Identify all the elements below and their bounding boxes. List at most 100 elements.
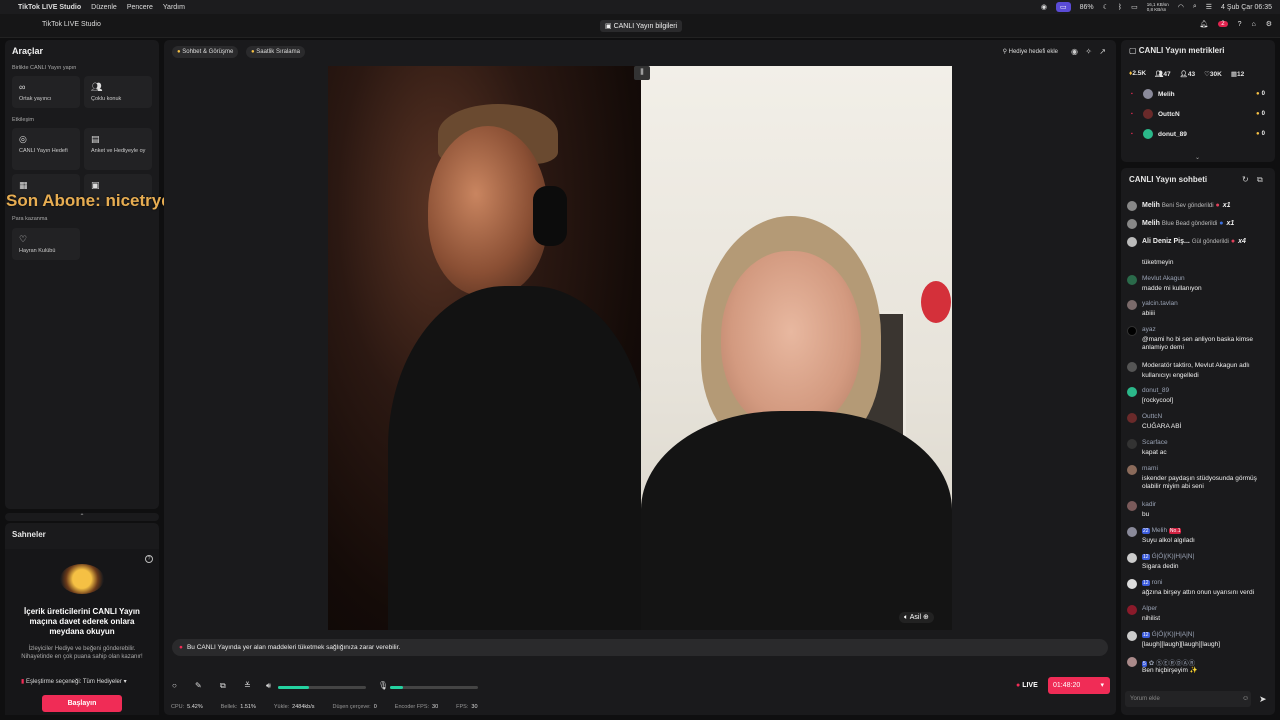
- mic-slider[interactable]: [390, 686, 478, 689]
- tool-fan-club[interactable]: ♡ Hayran Kulübü: [12, 228, 80, 260]
- link-icon: ∞: [19, 82, 26, 92]
- volume-slider[interactable]: [278, 686, 366, 689]
- chat-title: CANLI Yayın sohbeti: [1129, 175, 1208, 184]
- avatar: [1127, 300, 1137, 310]
- avatar: [1127, 439, 1137, 449]
- tool-multi-guest[interactable]: 👥︎ Çoklu konuk: [84, 76, 152, 108]
- split-layout-icon[interactable]: ⫼: [634, 66, 650, 80]
- avatar: [1127, 631, 1137, 641]
- collapse-toggle[interactable]: ⌃: [5, 513, 159, 521]
- performance-stats: CPU: 5.42% Bellek: 1.51% Yükle: 2484kb/s Dü…: [171, 704, 478, 710]
- match-invite-card: ? İçerik üreticilerini CANLI Yayın maçın…: [5, 549, 159, 715]
- battery-percentage[interactable]: 86%: [1080, 4, 1094, 11]
- search-icon[interactable]: ⌕: [1193, 3, 1197, 11]
- macos-menubar: TikTok LIVE Studio Düzenle Pencere Yardı…: [0, 0, 1280, 14]
- alert-icon: ●: [179, 644, 183, 651]
- settings-icon[interactable]: ⚙: [1266, 20, 1272, 28]
- top-viewer-1[interactable]: ▪ Melih 0: [1131, 88, 1271, 102]
- gift-box-icon: ▦: [19, 180, 28, 190]
- bell-icon[interactable]: 🔔︎: [1199, 20, 1208, 28]
- users-icon: 👥︎: [91, 82, 103, 92]
- gift-notification: Melih Beni Sev gönderildi ● x1: [1127, 199, 1273, 213]
- top-viewer-3[interactable]: ▪ donut_89 0: [1131, 128, 1271, 142]
- avatar: [1127, 387, 1137, 397]
- top-viewer-2[interactable]: ▪ OuttcN 0: [1131, 108, 1271, 122]
- health-warning-banner: ● Bu CANLI Yayında yer alan maddeleri tük…: [172, 639, 1108, 656]
- menu-window[interactable]: Pencere: [127, 4, 153, 11]
- microphone-icon[interactable]: 🎙︎: [378, 681, 388, 690]
- effects-icon[interactable]: ✧: [1085, 47, 1092, 56]
- gift-count: ▦12: [1230, 71, 1245, 78]
- volume-icon[interactable]: 🔊︎: [266, 681, 271, 691]
- match-option-dropdown[interactable]: ▮ Eşleştirme seçeneği: Tüm Hediyeler ▾: [21, 678, 127, 685]
- bluetooth-icon[interactable]: ᛒ: [1118, 4, 1122, 11]
- question-icon[interactable]: ?: [145, 555, 153, 563]
- avatar: [1127, 413, 1137, 423]
- match-headline: İçerik üreticilerini CANLI Yayın maçına …: [24, 607, 140, 636]
- circle-icon[interactable]: ○: [172, 681, 177, 690]
- section-monetization: Para kazanma: [12, 216, 48, 222]
- wifi-icon[interactable]: ◠: [1178, 3, 1184, 11]
- comment-input[interactable]: Yorum ekle: [1125, 691, 1251, 707]
- wall-clock: [921, 281, 951, 323]
- tool-poll[interactable]: ▤ Anket ve Hediyeyle oy: [84, 128, 152, 170]
- control-center-icon[interactable]: ☰: [1206, 3, 1212, 11]
- stat-encoder-fps: Encoder FPS: 30: [394, 704, 439, 710]
- menubar-clock[interactable]: 4 Şub Çar 06:35: [1221, 4, 1272, 11]
- target-icon: ◎: [19, 134, 27, 144]
- host-body: [388, 286, 641, 630]
- angry-emoji-icon: [60, 564, 104, 594]
- guest-video: [641, 66, 952, 630]
- tool-live-goal[interactable]: ◎ CANLI Yayın Hedefi: [12, 128, 80, 170]
- popout-icon[interactable]: ⧉: [1257, 175, 1263, 185]
- gift-notification: Ali Deniz Piş... Gül gönderildi ● x4: [1127, 235, 1273, 249]
- hourly-ranking-chip[interactable]: ● Saatlik Sıralama: [246, 46, 305, 58]
- pen-icon[interactable]: ✎: [195, 681, 202, 690]
- menu-edit[interactable]: Düzenle: [91, 4, 117, 11]
- start-button[interactable]: Başlayın: [42, 695, 122, 712]
- tool-co-host[interactable]: ∞ Ortak yayıncı: [12, 76, 80, 108]
- emoji-icon[interactable]: ☺: [1242, 695, 1249, 702]
- menu-help[interactable]: Yardım: [163, 4, 185, 11]
- app-titlebar: TikTok LIVE Studio ▣ CANLI Yayın bilgile…: [0, 14, 1280, 38]
- add-gift-goal-button[interactable]: ⚲ Hediye hedefi ekle: [1003, 46, 1058, 58]
- live-info-icon: ▣: [605, 23, 614, 30]
- screen-record-icon[interactable]: ◉: [1041, 3, 1047, 11]
- sliders-icon[interactable]: ≚: [244, 681, 251, 690]
- live-info-button[interactable]: ▣ CANLI Yayın bilgileri: [600, 20, 683, 32]
- record-icon[interactable]: ◉: [1071, 47, 1078, 56]
- expand-chevron-icon[interactable]: ⌄: [1195, 154, 1200, 161]
- plus-circle-icon: ⊕: [921, 614, 929, 621]
- refresh-icon[interactable]: ↻: [1242, 175, 1249, 184]
- battery-icon[interactable]: ▭: [1131, 3, 1138, 11]
- metrics-row: ♦2.5K 👥︎47 👤︎43 ♡30K ▦12: [1129, 70, 1244, 78]
- avatar: [1127, 275, 1137, 285]
- avatar: [1127, 553, 1137, 563]
- help-icon[interactable]: ?: [1238, 21, 1242, 28]
- guest-label[interactable]: 🔈︎ Asil ⊕: [899, 612, 934, 623]
- menu-app-name[interactable]: TikTok LIVE Studio: [18, 4, 81, 11]
- gift-notification: Melih Blue Bead gönderildi ● x1: [1127, 217, 1273, 231]
- section-live-together: Birlikte CANLI Yayın yapın: [12, 65, 77, 71]
- layers-icon[interactable]: ⧉: [220, 681, 226, 691]
- stream-controls: ○ ✎ ⧉ ≚ 🔊︎ 🎙︎ ● LIVE 01:48:20 ▾: [164, 672, 1116, 698]
- moon-icon[interactable]: ☾: [1103, 3, 1109, 11]
- caret-down-icon: ▾: [121, 679, 127, 685]
- mic-fill: [390, 686, 404, 689]
- live-timer-button[interactable]: 01:48:20 ▾: [1048, 677, 1110, 694]
- chat-call-chip[interactable]: ● Sohbet & Görüşme: [172, 46, 239, 58]
- rank-icon: ▪: [1131, 91, 1133, 97]
- send-icon[interactable]: ➤: [1259, 694, 1267, 705]
- notification-count: 2: [1218, 21, 1228, 27]
- share-icon[interactable]: ↗: [1099, 47, 1106, 56]
- diamond-count: ♦2.5K: [1129, 70, 1147, 77]
- rank-icon: ▪: [1131, 111, 1133, 117]
- live-chat-panel: CANLI Yayın sohbeti ↻ ⧉ Melih Beni Sev gö…: [1121, 168, 1275, 715]
- home-icon[interactable]: ⌂: [1251, 21, 1255, 28]
- focus-icon[interactable]: ▭: [1055, 2, 1071, 12]
- stat-memory: Bellek: 1.51%: [220, 704, 256, 710]
- stream-preview-panel: ● Sohbet & Görüşme ● Saatlik Sıralama ⚲ …: [164, 40, 1116, 715]
- screen-icon: ▣: [91, 180, 100, 190]
- gift-rose-icon: ●: [1213, 202, 1220, 209]
- avatar: [1127, 219, 1137, 229]
